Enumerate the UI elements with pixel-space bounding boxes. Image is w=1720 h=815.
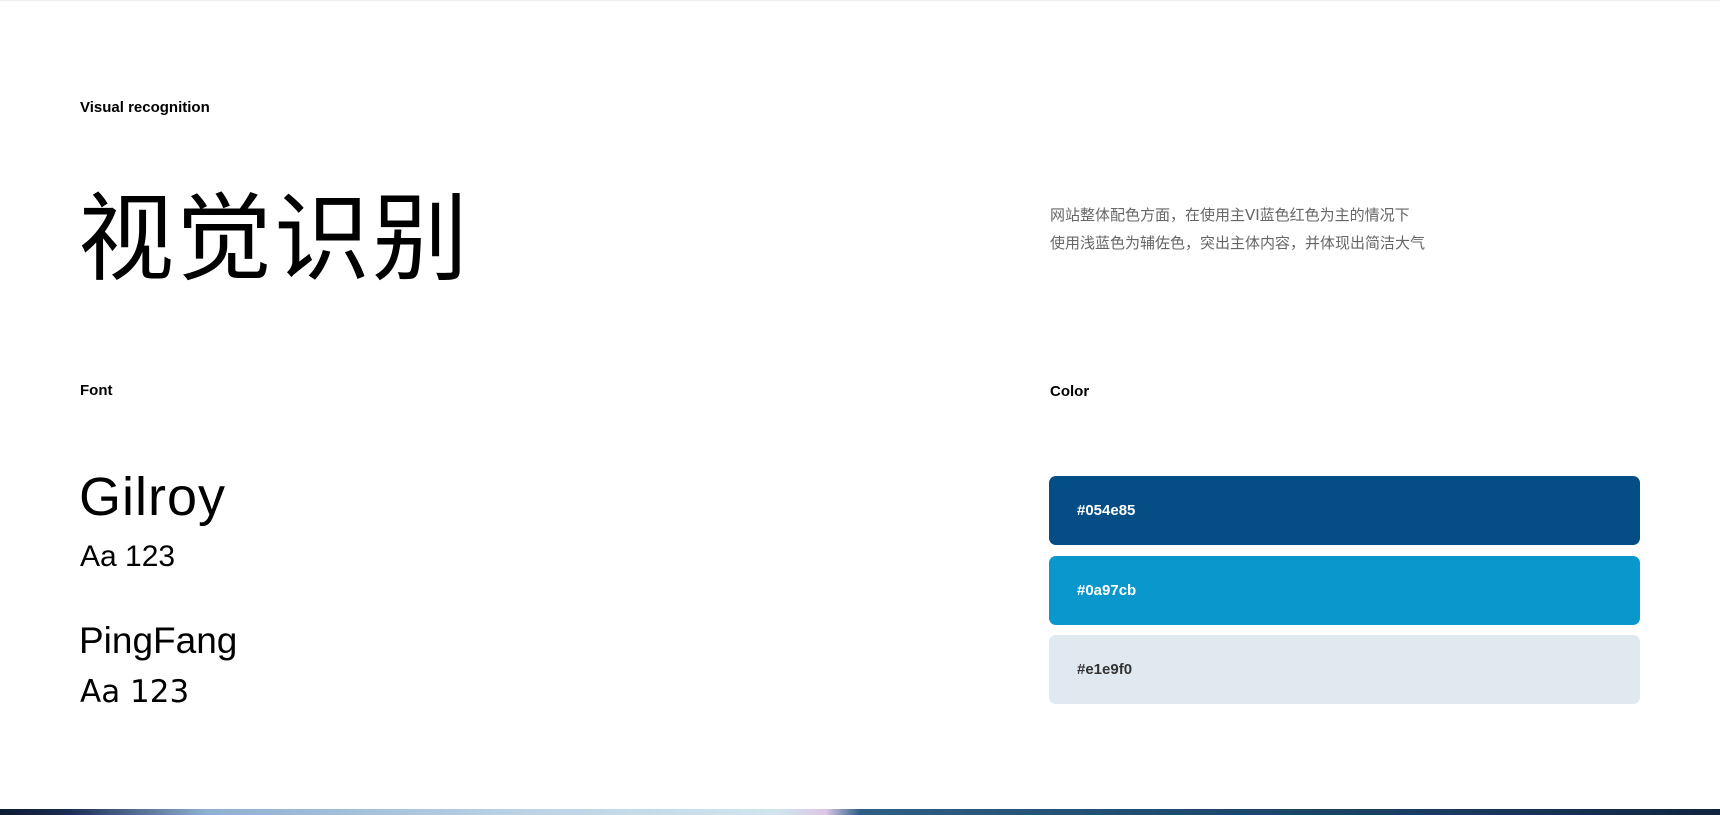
top-divider	[0, 0, 1720, 1]
section-eyebrow: Visual recognition	[80, 99, 210, 116]
font-sample-gilroy: Aa 123	[80, 540, 176, 573]
font-section-label: Font	[80, 382, 113, 399]
font-name-gilroy: Gilroy	[79, 467, 227, 527]
color-swatch-primary: #054e85	[1049, 476, 1640, 545]
color-swatch-secondary: #0a97cb	[1049, 556, 1640, 625]
color-swatch-light: #e1e9f0	[1049, 635, 1640, 704]
description-text: 网站整体配色方面，在使用主VI蓝色红色为主的情况下 使用浅蓝色为辅佐色，突出主体…	[1050, 201, 1425, 257]
color-swatch-hex: #0a97cb	[1077, 581, 1137, 599]
font-name-pingfang: PingFang	[79, 620, 238, 661]
page-title: 视觉识别	[78, 183, 470, 295]
description-line-1: 网站整体配色方面，在使用主VI蓝色红色为主的情况下	[1050, 206, 1410, 224]
bottom-banner-image	[0, 809, 1720, 815]
font-sample-pingfang: Aa 123	[80, 674, 190, 710]
color-swatch-hex: #054e85	[1077, 501, 1136, 519]
color-swatch-hex: #e1e9f0	[1077, 660, 1133, 678]
description-line-2: 使用浅蓝色为辅佐色，突出主体内容，并体现出简洁大气	[1050, 234, 1426, 252]
color-section-label: Color	[1050, 383, 1090, 400]
